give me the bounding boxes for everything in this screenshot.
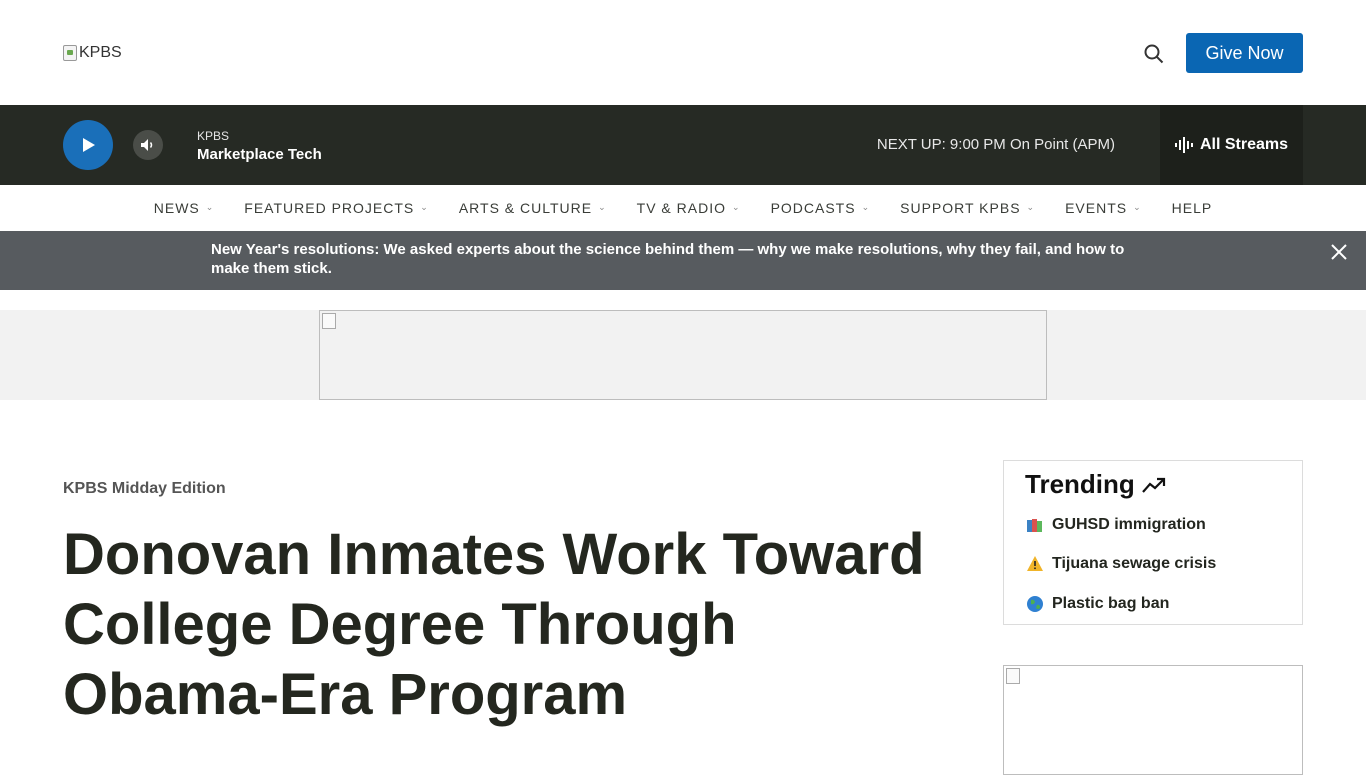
audio-player-bar: KPBS Marketplace Tech NEXT UP: 9:00 PM O… [0, 105, 1366, 185]
chevron-down-icon: ⌄ [598, 201, 607, 212]
close-icon [1331, 244, 1347, 260]
volume-button[interactable] [133, 130, 163, 160]
site-header: KPBS Give Now [0, 0, 1366, 105]
nav-item-arts-culture[interactable]: ARTS & CULTURE ⌄ [444, 200, 622, 216]
nav-item-events[interactable]: EVENTS ⌄ [1050, 200, 1157, 216]
trending-item[interactable]: Plastic bag ban [1026, 595, 1169, 613]
nav-item-featured-projects[interactable]: FEATURED PROJECTS ⌄ [229, 200, 444, 216]
trending-box: Trending GUHSD immigration Tijuana sewag… [1003, 460, 1303, 625]
ad-band [0, 310, 1366, 400]
trending-title-text: Trending [1025, 469, 1135, 499]
nav-label: HELP [1171, 200, 1213, 216]
chevron-down-icon: ⌄ [205, 201, 215, 212]
all-streams-button[interactable]: All Streams [1160, 105, 1303, 185]
chevron-down-icon: ⌄ [1133, 201, 1142, 212]
chevron-down-icon: ⌄ [861, 201, 871, 212]
trending-item[interactable]: GUHSD immigration [1026, 516, 1206, 534]
search-button[interactable] [1140, 40, 1168, 68]
ad-banner[interactable] [319, 310, 1047, 400]
nav-item-tv-radio[interactable]: TV & RADIO ⌄ [622, 200, 756, 216]
books-icon [1027, 519, 1042, 532]
globe-icon [1027, 596, 1043, 612]
search-icon [1144, 44, 1164, 64]
next-up-text: NEXT UP: 9:00 PM On Point (APM) [876, 136, 1115, 153]
nav-label: NEWS [153, 200, 200, 216]
chevron-down-icon: ⌄ [420, 201, 429, 212]
trending-item-label: Tijuana sewage crisis [1052, 555, 1217, 572]
logo-alt-text: KPBS [79, 44, 122, 61]
main-nav: NEWS ⌄ FEATURED PROJECTS ⌄ ARTS & CULTURE ⌄… [0, 185, 1366, 231]
give-now-button[interactable]: Give Now [1186, 33, 1303, 73]
nav-label: EVENTS [1065, 200, 1128, 216]
article-headline: Donovan Inmates Work Toward College Degr… [63, 522, 925, 727]
all-streams-label: All Streams [1199, 136, 1289, 153]
audio-wave-icon [1174, 137, 1193, 153]
chevron-down-icon: ⌄ [732, 201, 741, 212]
volume-icon [141, 139, 153, 151]
kpbs-logo[interactable]: KPBS [63, 42, 122, 64]
play-icon [83, 138, 95, 152]
alert-banner: New Year's resolutions: We asked experts… [0, 231, 1366, 290]
nav-label: TV & RADIO [636, 200, 727, 216]
trending-item-label: Plastic bag ban [1052, 595, 1170, 612]
chevron-down-icon: ⌄ [1026, 201, 1036, 212]
section-label[interactable]: KPBS Midday Edition [63, 480, 226, 498]
warning-icon [1027, 556, 1043, 571]
trending-title: Trending [1025, 469, 1167, 500]
nav-item-news[interactable]: NEWS ⌄ [139, 200, 230, 216]
broken-image-icon [1006, 668, 1020, 684]
broken-image-icon [322, 313, 336, 329]
nav-item-help[interactable]: HELP [1157, 200, 1228, 216]
sidebar-ad[interactable] [1003, 665, 1303, 775]
nav-label: SUPPORT KPBS [900, 200, 1021, 216]
program-title: Marketplace Tech [197, 146, 322, 163]
play-button[interactable] [63, 120, 113, 170]
alert-link[interactable]: New Year's resolutions: We asked experts… [211, 240, 1131, 278]
nav-item-support-kpbs[interactable]: SUPPORT KPBS ⌄ [885, 200, 1050, 216]
trending-item[interactable]: Tijuana sewage crisis [1026, 555, 1216, 573]
station-name: KPBS [197, 129, 230, 143]
nav-item-podcasts[interactable]: PODCASTS ⌄ [756, 200, 886, 216]
trending-item-label: GUHSD immigration [1052, 516, 1206, 533]
nav-label: FEATURED PROJECTS [244, 200, 415, 216]
nav-label: ARTS & CULTURE [458, 200, 593, 216]
trending-up-icon [1141, 477, 1165, 493]
broken-image-icon [63, 45, 77, 61]
close-alert-button[interactable] [1328, 241, 1350, 263]
nav-label: PODCASTS [770, 200, 856, 216]
